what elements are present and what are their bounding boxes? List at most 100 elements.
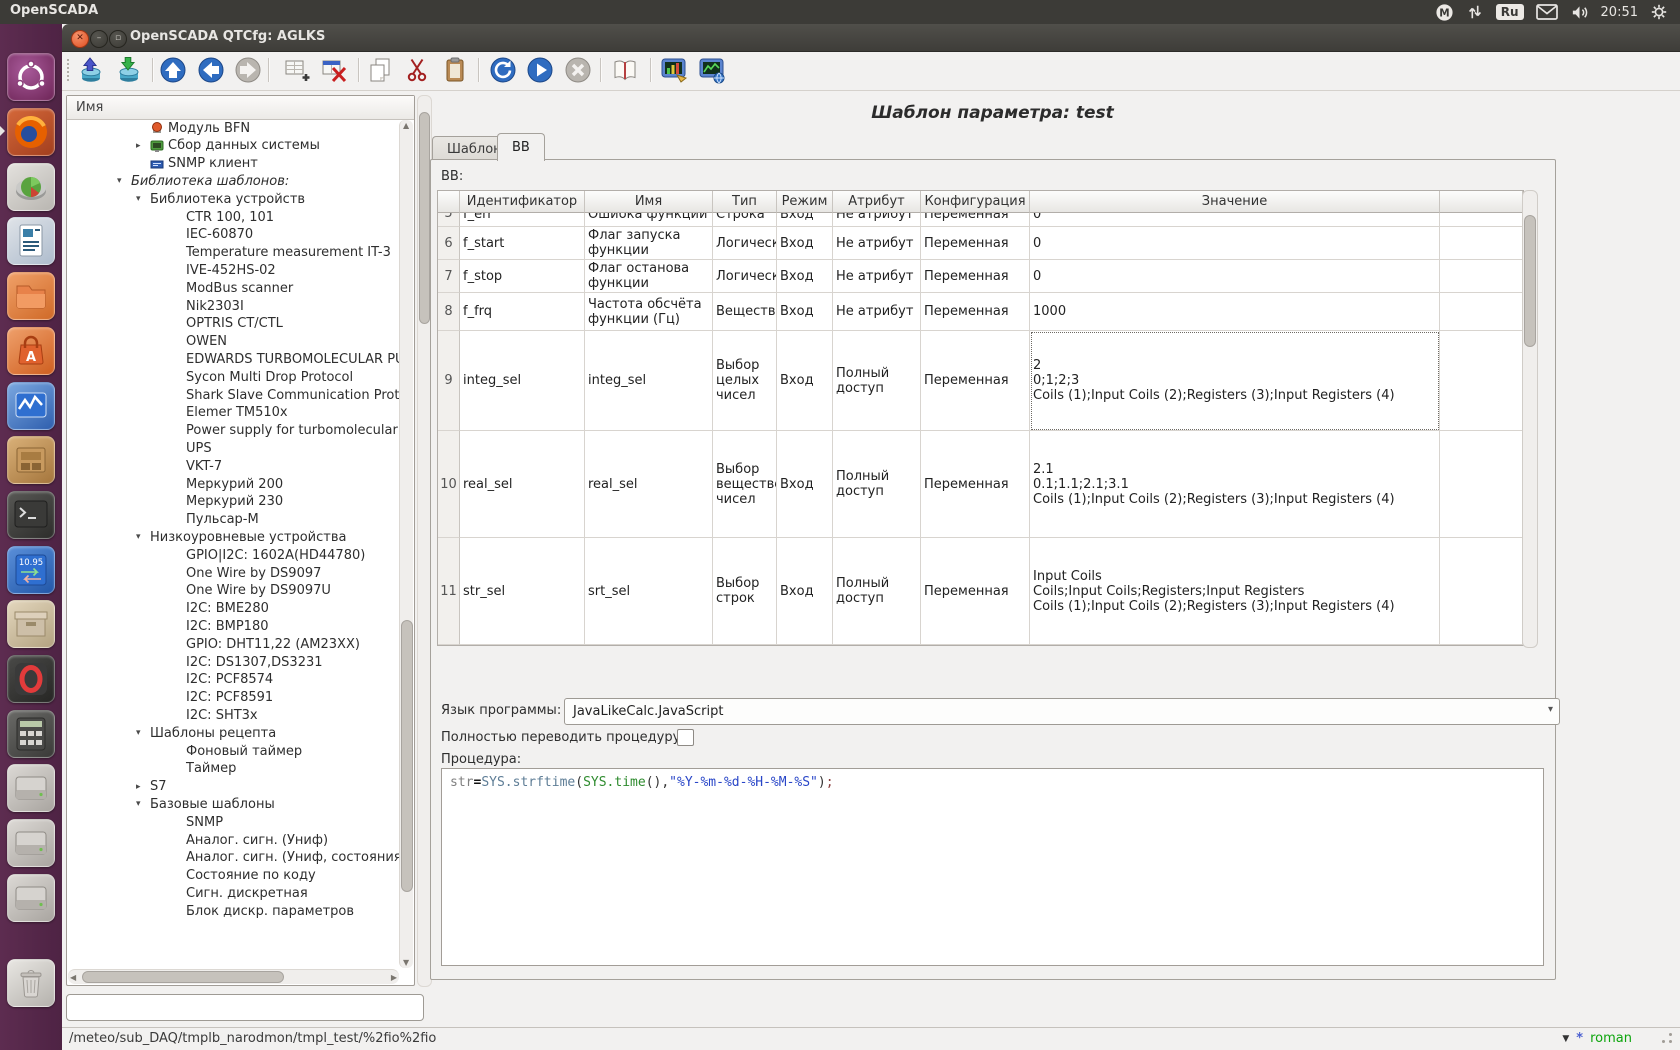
tree-item[interactable]: Меркурий 230 [67,493,400,511]
tree-filter-input[interactable] [66,994,424,1021]
io-cell-type[interactable]: Логический [713,227,777,260]
io-cell-id[interactable]: integ_sel [460,331,585,431]
save-to-db-button[interactable] [112,54,144,86]
sound-icon[interactable] [1570,3,1589,22]
minimize-button[interactable]: – [90,30,108,48]
copy-item-button[interactable] [364,54,396,86]
io-cell-type[interactable]: Строка [713,213,777,227]
table-vertical-scrollbar[interactable] [1522,190,1538,648]
io-cell-attribute[interactable]: Полный доступ [833,331,921,431]
io-cell-type[interactable]: Выбор целых чисел [713,331,777,431]
io-cell-value[interactable]: 0 [1030,227,1440,260]
io-cell-config[interactable]: Переменная [921,227,1030,260]
io-cell-id[interactable]: f_stop [460,260,585,293]
tree-item[interactable]: ▾Библиотека шаблонов: [67,172,400,190]
network-icon[interactable] [1466,3,1484,21]
io-cell-name[interactable]: Ошибка функции [585,213,713,227]
tree-item[interactable]: I2C: BME280 [67,600,400,618]
mail-icon[interactable] [1536,4,1558,20]
manual-button[interactable] [609,54,641,86]
forward-button[interactable] [232,54,264,86]
tree-item[interactable]: One Wire by DS9097 [67,564,400,582]
tree-item[interactable]: ▾Шаблоны рецепта [67,724,400,742]
io-cell-id[interactable]: f_frq [460,293,585,331]
start-button[interactable] [524,54,556,86]
tree-item[interactable]: Меркурий 200 [67,475,400,493]
expander-icon[interactable]: ▾ [136,799,150,809]
load-from-db-button[interactable] [74,54,106,86]
tree-item[interactable]: Elemer TM510x [67,404,400,422]
io-cell-attribute[interactable]: Полный доступ [833,431,921,538]
io-cell-config[interactable]: Переменная [921,431,1030,538]
tree-item[interactable]: One Wire by DS9097U [67,582,400,600]
refresh-button[interactable] [487,54,519,86]
io-cell-value[interactable]: Input Coils Coils;Input Coils;Registers;… [1030,538,1440,645]
io-cell-type[interactable]: Выбор вещественных чисел [713,431,777,538]
io-cell-id[interactable]: f_start [460,227,585,260]
archive-box-launcher[interactable] [7,600,55,648]
session-gear-icon[interactable] [1650,3,1668,21]
up-button[interactable] [157,54,189,86]
io-cell-id[interactable]: str_sel [460,538,585,645]
io-cell-attribute[interactable]: Не атрибут [833,227,921,260]
tree-item[interactable]: Состояние по коду [67,867,400,885]
tree-item[interactable]: ▾Библиотека устройств [67,190,400,208]
user-menu-arrow-icon[interactable]: ▼ [1562,1034,1569,1044]
tree-item[interactable]: I2C: BMP180 [67,617,400,635]
maximize-button[interactable]: ▫ [109,30,127,48]
tree-item[interactable]: ▾Базовые шаблоны [67,795,400,813]
tree-item[interactable]: ModBus scanner [67,279,400,297]
io-cell-mode[interactable]: Вход [777,431,833,538]
tree-horizontal-scrollbar[interactable]: ◀ ▶ [68,969,399,984]
io-cell-config[interactable]: Переменная [921,213,1030,227]
expander-icon[interactable]: ▾ [136,728,150,738]
io-cell-value[interactable]: 0 [1030,260,1440,293]
tree-item[interactable]: GPIO: DHT11,22 (AM23XX) [67,635,400,653]
io-cell-name[interactable]: integ_sel [585,331,713,431]
tree-item[interactable]: Пульсар-М [67,511,400,529]
tree-item[interactable]: CTR 100, 101 [67,208,400,226]
ubuntu-software-launcher[interactable]: A [7,327,55,375]
io-cell-id[interactable]: real_sel [460,431,585,538]
tree-item[interactable]: Фоновый таймер [67,742,400,760]
io-cell-value[interactable]: 0 [1030,213,1440,227]
row-number[interactable]: 11 [438,538,460,645]
tree-item[interactable]: Power supply for turbomolecular pump [67,422,400,440]
io-cell-config[interactable]: Переменная [921,260,1030,293]
tree-item[interactable]: I2C: PCF8591 [67,689,400,707]
expander-icon[interactable]: ▾ [136,194,150,204]
io-cell-mode[interactable]: Вход [777,213,833,227]
io-cell-id[interactable]: f_err [460,213,585,227]
tree-item[interactable]: Nik2303I [67,297,400,315]
tree-item[interactable]: Sycon Multi Drop Protocol [67,368,400,386]
tree-item[interactable]: Модуль BFN [67,119,400,137]
io-cell-name[interactable]: Флаг запуска функции [585,227,713,260]
tab-io[interactable]: ВВ [497,133,545,161]
close-button[interactable]: ✕ [71,30,89,48]
io-cell-name[interactable]: real_sel [585,431,713,538]
io-cell-attribute[interactable]: Полный доступ [833,538,921,645]
procedure-editor[interactable]: str=SYS.strftime(SYS.time(),"%Y-%m-%d-%H… [441,768,1544,966]
tree-item[interactable]: EDWARDS TURBOMOLECULAR PUMP [67,350,400,368]
io-cell-attribute[interactable]: Не атрибут [833,260,921,293]
row-number[interactable]: 9 [438,331,460,431]
graph-web-button[interactable] [696,54,728,86]
tree-item[interactable]: I2C: SHT3x [67,706,400,724]
io-cell-mode[interactable]: Вход [777,331,833,431]
tree-item[interactable]: Аналог. сигн. (Униф) [67,831,400,849]
tree-item[interactable]: IVE-452HS-02 [67,261,400,279]
stop-button[interactable] [562,54,594,86]
hard-disk-3-launcher[interactable] [7,874,55,922]
io-cell-value[interactable]: 1000 [1030,293,1440,331]
io-cell-mode[interactable]: Вход [777,227,833,260]
row-number[interactable]: 7 [438,260,460,293]
io-cell-value[interactable]: 2.1 0.1;1.1;2.1;3.1 Coils (1);Input Coil… [1030,431,1440,538]
window-titlebar[interactable]: ✕ – ▫ OpenSCADA QTCfg: AGLKS [62,24,1680,52]
tree-item[interactable]: Temperature measurement IT-3 [67,244,400,262]
message-menu-icon[interactable]: M [1435,3,1454,22]
io-cell-name[interactable]: srt_sel [585,538,713,645]
firefox-launcher[interactable] [7,108,55,156]
libreoffice-writer-launcher[interactable] [7,217,55,265]
language-select[interactable]: JavaLikeCalc.JavaScript ▾ [564,698,1560,725]
row-number[interactable]: 5 [438,213,460,227]
